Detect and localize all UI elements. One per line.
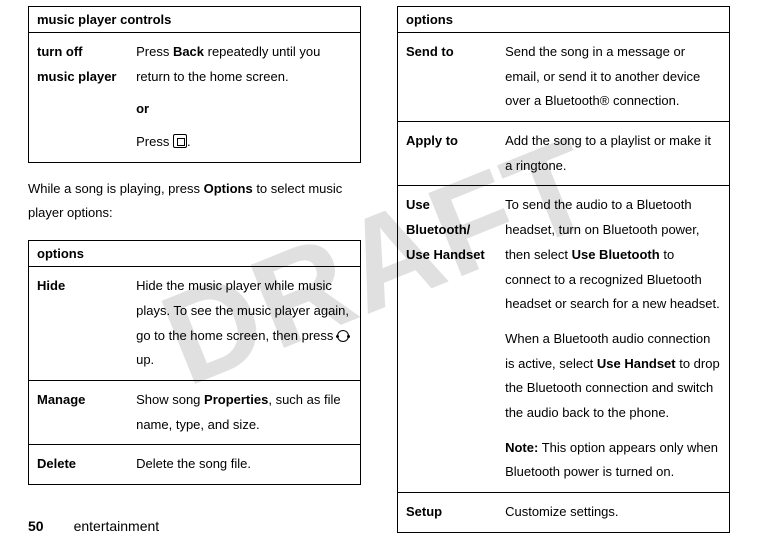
options-header-left: options: [29, 241, 361, 267]
manage-desc: Show song Properties, such as file name,…: [128, 380, 360, 444]
manage-pre: Show song: [136, 392, 204, 407]
turn-off-desc: Press Back repeatedly until you return t…: [128, 33, 360, 163]
setup-key: Setup: [398, 493, 498, 533]
para-pre: While a song is playing, press: [28, 181, 204, 196]
properties-keyword: Properties: [204, 392, 268, 407]
turn-off-pre: Press: [136, 44, 173, 59]
hide-pre: Hide the music player while music plays.…: [136, 278, 349, 342]
sendto-key: Send to: [398, 33, 498, 122]
delete-desc: Delete the song file.: [128, 445, 360, 485]
usebt-key: Use Bluetooth/ Use Handset: [398, 186, 498, 493]
options-keyword: Options: [204, 181, 253, 196]
options-paragraph: While a song is playing, press Options t…: [28, 177, 361, 226]
sendto-desc: Send the song in a message or email, or …: [497, 33, 729, 122]
applyto-desc: Add the song to a playlist or make it a …: [497, 122, 729, 186]
options-table-left: options Hide Hide the music player while…: [28, 240, 361, 485]
usebt-desc: To send the audio to a Bluetooth headset…: [497, 186, 729, 493]
press2-pre: Press: [136, 134, 173, 149]
end-key-icon: [173, 134, 187, 148]
right-column: options Send to Send the song in a messa…: [397, 6, 730, 533]
back-keyword: Back: [173, 44, 204, 59]
note-label: Note:: [505, 440, 538, 455]
usebt-key1: Use Bluetooth/: [406, 197, 470, 237]
hide-key: Hide: [29, 267, 129, 381]
hide-desc: Hide the music player while music plays.…: [128, 267, 360, 381]
music-player-controls-table: music player controls turn off music pla…: [28, 6, 361, 163]
note-text: This option appears only when Bluetooth …: [505, 440, 718, 480]
options-header-right: options: [398, 7, 730, 33]
press2-post: .: [187, 134, 191, 149]
nav-icon: [337, 330, 349, 342]
left-column: music player controls turn off music pla…: [28, 6, 361, 533]
setup-desc: Customize settings.: [497, 493, 729, 533]
hide-post: up.: [136, 352, 154, 367]
music-controls-header: music player controls: [29, 7, 361, 33]
turn-off-key: turn off music player: [29, 33, 129, 163]
delete-key: Delete: [29, 445, 129, 485]
or-text: or: [136, 97, 352, 122]
options-table-right: options Send to Send the song in a messa…: [397, 6, 730, 533]
applyto-key: Apply to: [398, 122, 498, 186]
usebt-key2: Use Handset: [406, 247, 485, 262]
manage-key: Manage: [29, 380, 129, 444]
usebt-bold2: Use Handset: [597, 356, 676, 371]
usebt-bold1: Use Bluetooth: [572, 247, 660, 262]
